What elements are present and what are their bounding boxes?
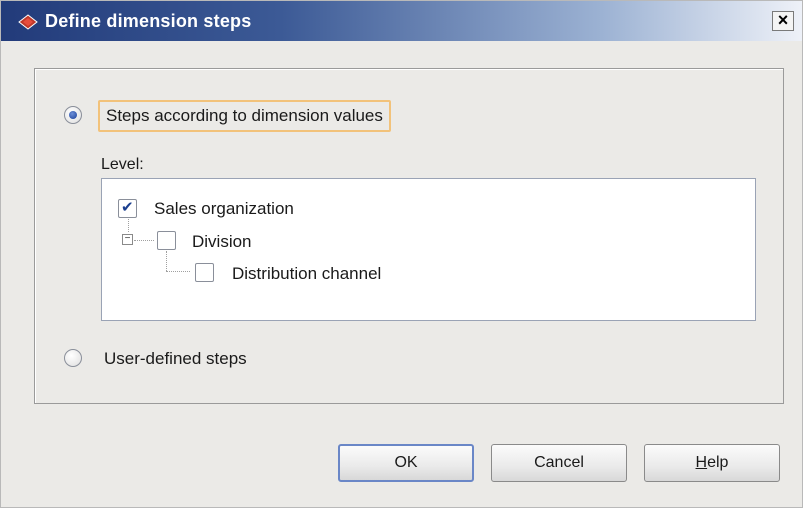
checkmark-icon: ✔ [121,199,134,216]
tree-connector [128,219,129,232]
title-bar[interactable]: Define dimension steps × [1,1,802,41]
tree-item-sales-organization[interactable]: Sales organization [154,199,294,219]
define-dimension-steps-dialog: Define dimension steps × Steps according… [0,0,803,508]
distribution-channel-checkbox[interactable] [195,263,214,282]
tree-connector [134,240,154,241]
division-checkbox[interactable] [157,231,176,250]
cancel-button[interactable]: Cancel [491,444,627,482]
tree-item-division[interactable]: Division [192,232,252,252]
sales-organization-checkbox[interactable]: ✔ [118,199,137,218]
tree-connector [166,271,190,272]
dimension-values-label[interactable]: Steps according to dimension values [98,100,391,132]
ok-button[interactable]: OK [338,444,474,482]
app-icon [18,14,38,30]
close-icon: × [777,10,789,30]
dialog-title: Define dimension steps [45,11,252,31]
user-defined-radio[interactable] [64,349,82,367]
user-defined-label[interactable]: User-defined steps [104,349,247,369]
level-tree[interactable]: ✔ Sales organization − Division Distribu… [101,178,756,321]
help-mnemonic: H [695,454,708,471]
help-label-rest: elp [707,454,729,471]
level-label: Level: [101,156,144,173]
tree-item-distribution-channel[interactable]: Distribution channel [232,264,381,284]
close-button[interactable]: × [772,11,794,31]
tree-connector [166,251,167,271]
help-button[interactable]: Help [644,444,780,482]
dimension-values-radio[interactable] [64,106,82,124]
minus-expander-icon[interactable]: − [122,234,133,245]
